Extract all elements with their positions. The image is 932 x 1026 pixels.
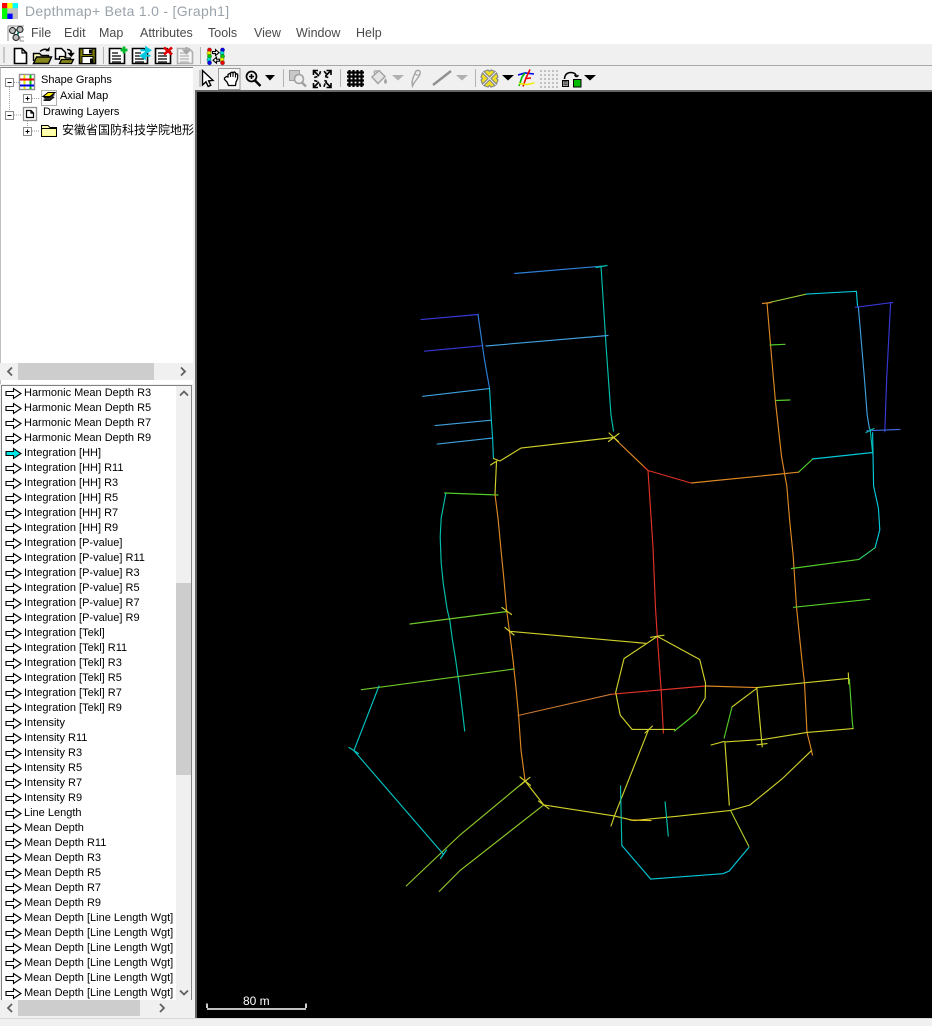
svg-text:80 m: 80 m	[243, 994, 270, 1008]
